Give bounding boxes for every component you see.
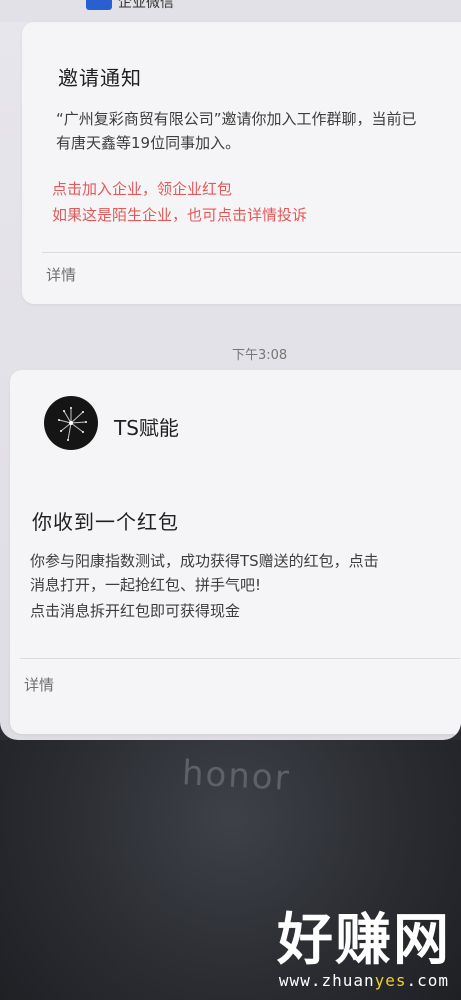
invite-red-line-1: 点击加入企业，领企业红包 [52,180,233,198]
top-title: 企业微信 [118,0,174,11]
invite-line-2: 有唐天鑫等19位同事加入。 [56,134,241,152]
red-packet-title: 你收到一个红包 [32,510,179,534]
wecom-logo-icon [86,0,112,10]
red-packet-line-3: 点击消息拆开红包即可获得现金 [30,602,241,620]
red-packet-details-link[interactable]: 详情 [24,674,54,695]
watermark-url: www.zhuanyes.com [277,971,451,990]
red-packet-divider [20,658,460,659]
phone-screen: 企业微信 邀请通知 “广州复彩商贸有限公司”邀请你加入工作群聊，当前已 有唐天鑫… [0,0,461,740]
invite-title: 邀请通知 [58,66,142,90]
watermark-url-accent: yes [374,971,407,990]
ts-avatar[interactable] [44,396,98,450]
invite-card[interactable]: 邀请通知 “广州复彩商贸有限公司”邀请你加入工作群聊，当前已 有唐天鑫等19位同… [22,22,461,304]
sender-name: TS赋能 [114,416,179,440]
watermark-main-text: 好赚网 [277,908,451,973]
invite-line-1: “广州复彩商贸有限公司”邀请你加入工作群聊，当前已 [56,110,417,128]
message-time: 下午3:08 [232,348,288,363]
invite-details-link[interactable]: 详情 [46,264,76,285]
device-brand-logo: honor [181,753,292,799]
red-packet-line-1: 你参与阳康指数测试，成功获得TS赠送的红包，点击 [30,552,379,570]
watermark-url-prefix: www.zhuan [278,971,375,990]
dandelion-icon [58,407,87,441]
invite-red-line-2: 如果这是陌生企业，也可点击详情投诉 [52,206,308,224]
top-strip: 企业微信 [0,0,461,22]
site-watermark: 好赚网 www.zhuanyes.com [277,908,451,991]
watermark-url-suffix: .com [406,971,450,990]
invite-divider [42,252,461,253]
red-packet-line-2: 消息打开，一起抢红包、拼手气吧! [30,576,262,594]
